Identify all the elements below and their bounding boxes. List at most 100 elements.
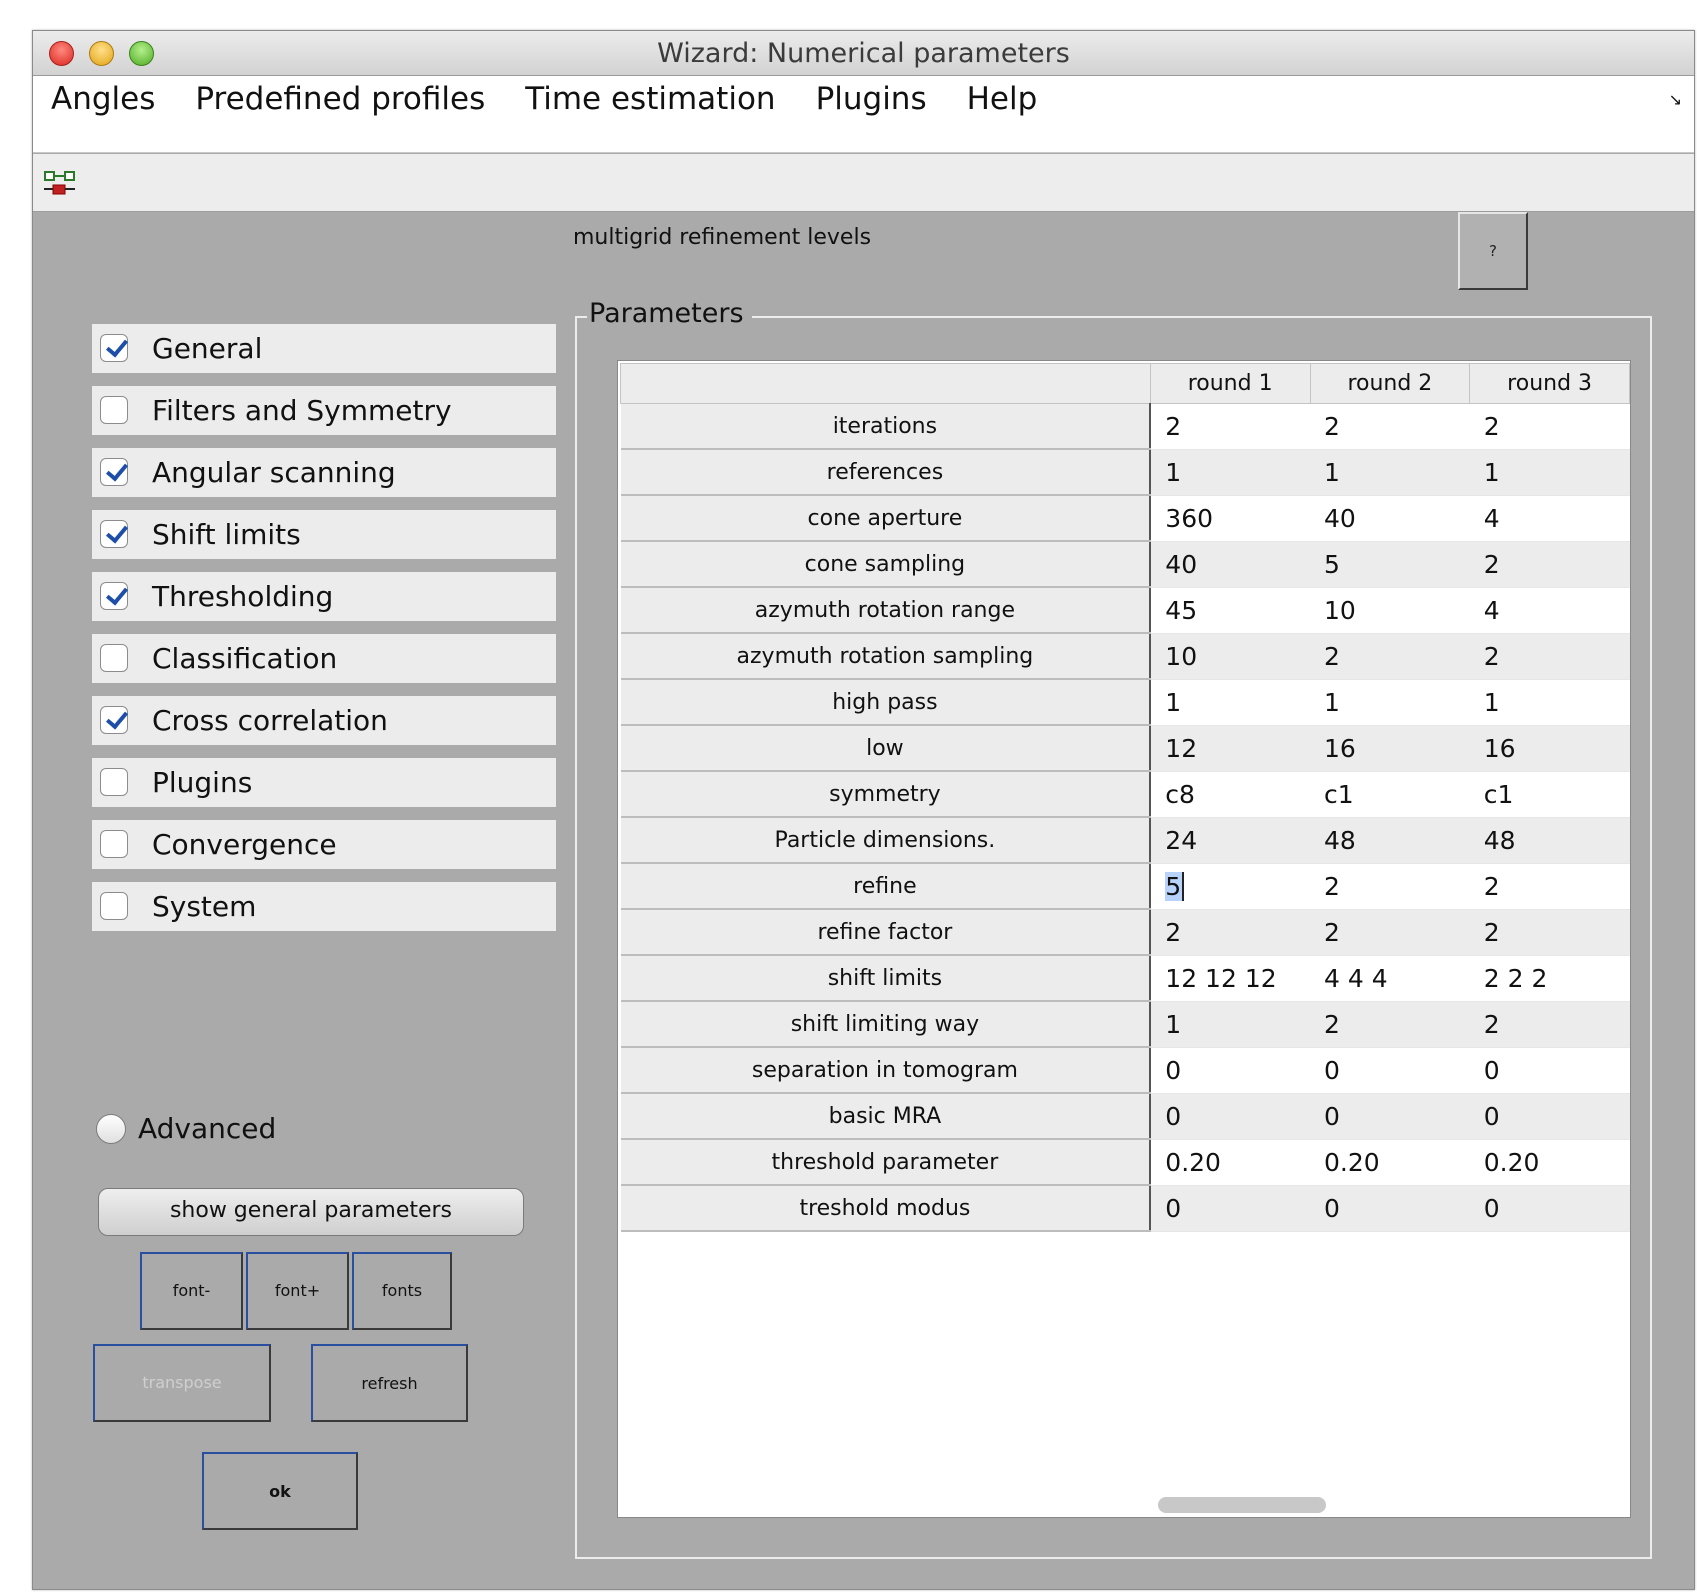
category-item[interactable]: Convergence xyxy=(92,820,556,869)
table-cell[interactable]: 4 xyxy=(1469,495,1630,542)
menu-help[interactable]: Help xyxy=(967,81,1038,117)
scrollbar-thumb[interactable] xyxy=(1158,1497,1326,1513)
table-cell[interactable]: 0 xyxy=(1469,1093,1630,1140)
table-cell[interactable]: 0.20 xyxy=(1310,1139,1470,1186)
table-cell[interactable]: 2 xyxy=(1150,403,1311,450)
table-cell[interactable]: 2 xyxy=(1150,909,1311,956)
row-header: separation in tomogram xyxy=(620,1047,1152,1094)
category-item[interactable]: Classification xyxy=(92,634,556,683)
table-cell[interactable]: c8 xyxy=(1150,771,1311,818)
table-cell[interactable]: 40 xyxy=(1150,541,1311,588)
table-cell[interactable]: c1 xyxy=(1469,771,1630,818)
table-cell[interactable]: 2 xyxy=(1469,909,1630,956)
show-general-parameters-button[interactable]: show general parameters xyxy=(98,1188,524,1236)
horizontal-scrollbar[interactable] xyxy=(618,1487,1630,1517)
category-checkbox[interactable] xyxy=(100,768,128,796)
table-cell[interactable]: 16 xyxy=(1469,725,1630,772)
table-cell[interactable]: 5 xyxy=(1150,863,1311,910)
table-cell[interactable]: 48 xyxy=(1310,817,1470,864)
table-cell[interactable]: 1 xyxy=(1469,449,1630,496)
table-cell[interactable]: 2 xyxy=(1310,909,1470,956)
category-checkbox[interactable] xyxy=(100,706,129,734)
category-item[interactable]: Cross correlation xyxy=(92,696,556,745)
advanced-radio[interactable] xyxy=(96,1113,126,1144)
help-button[interactable]: ? xyxy=(1458,212,1528,290)
table-cell[interactable]: 0 xyxy=(1310,1093,1470,1140)
font-plus-button[interactable]: font+ xyxy=(246,1252,349,1330)
refresh-button[interactable]: refresh xyxy=(311,1344,468,1422)
table-cell[interactable]: 45 xyxy=(1150,587,1311,634)
table-cell[interactable]: 1 xyxy=(1310,449,1470,496)
table-cell[interactable]: 4 xyxy=(1469,587,1630,634)
category-checkbox[interactable] xyxy=(100,644,128,672)
table-cell[interactable]: 40 xyxy=(1310,495,1470,542)
ok-button[interactable]: ok xyxy=(202,1452,358,1530)
table-cell[interactable]: 2 xyxy=(1310,1001,1470,1048)
category-item[interactable]: System xyxy=(92,882,556,931)
cell-value: 16 xyxy=(1483,733,1516,763)
category-checkbox[interactable] xyxy=(100,334,129,362)
menu-time-estimation[interactable]: Time estimation xyxy=(525,81,775,117)
category-item[interactable]: Angular scanning xyxy=(92,448,556,497)
advanced-option[interactable]: Advanced xyxy=(96,1112,276,1145)
table-cell[interactable]: 0 xyxy=(1150,1185,1311,1232)
cell-value: 1 xyxy=(1324,687,1340,717)
cell-value: 24 xyxy=(1165,825,1198,855)
table-cell[interactable]: 48 xyxy=(1469,817,1630,864)
category-checkbox[interactable] xyxy=(100,396,128,424)
table-cell[interactable]: c1 xyxy=(1310,771,1470,818)
table-cell[interactable]: 2 xyxy=(1469,1001,1630,1048)
category-item[interactable]: General xyxy=(92,324,556,373)
table-cell[interactable]: 12 12 12 xyxy=(1150,955,1311,1002)
category-checkbox[interactable] xyxy=(100,520,129,548)
column-header-round-1[interactable]: round 1 xyxy=(1149,363,1311,404)
menu-predefined-profiles[interactable]: Predefined profiles xyxy=(195,81,485,117)
table-cell[interactable]: 0 xyxy=(1150,1093,1311,1140)
table-cell[interactable]: 1 xyxy=(1150,449,1311,496)
table-cell[interactable]: 10 xyxy=(1150,633,1311,680)
category-checkbox[interactable] xyxy=(100,582,129,610)
table-cell[interactable]: 16 xyxy=(1310,725,1470,772)
table-cell[interactable]: 2 xyxy=(1469,633,1630,680)
table-cell[interactable]: 1 xyxy=(1310,679,1470,726)
table-cell[interactable]: 2 xyxy=(1310,633,1470,680)
menu-plugins[interactable]: Plugins xyxy=(816,81,927,117)
category-checkbox[interactable] xyxy=(100,830,128,858)
resize-arrow-icon[interactable]: ↘ xyxy=(1669,90,1682,109)
table-cell[interactable]: 0.20 xyxy=(1469,1139,1630,1186)
table-cell[interactable]: 2 2 2 xyxy=(1469,955,1630,1002)
category-checkbox[interactable] xyxy=(100,892,128,920)
column-header-round-2[interactable]: round 2 xyxy=(1309,363,1471,404)
table-cell[interactable]: 0 xyxy=(1310,1047,1470,1094)
table-cell[interactable]: 0 xyxy=(1150,1047,1311,1094)
table-cell[interactable]: 1 xyxy=(1150,1001,1311,1048)
table-cell[interactable]: 0 xyxy=(1469,1047,1630,1094)
table-cell[interactable]: 0 xyxy=(1469,1185,1630,1232)
category-item[interactable]: Filters and Symmetry xyxy=(92,386,556,435)
category-checkbox[interactable] xyxy=(100,458,129,486)
table-cell[interactable]: 0 xyxy=(1310,1185,1470,1232)
table-cell[interactable]: 4 4 4 xyxy=(1310,955,1470,1002)
menu-angles[interactable]: Angles xyxy=(51,81,155,117)
table-cell[interactable]: 2 xyxy=(1310,403,1470,450)
table-cell[interactable]: 2 xyxy=(1310,863,1470,910)
fonts-button[interactable]: fonts xyxy=(352,1252,452,1330)
table-cell[interactable]: 2 xyxy=(1469,541,1630,588)
font-minus-button[interactable]: font- xyxy=(140,1252,243,1330)
node-link-icon[interactable] xyxy=(43,170,77,196)
table-cell[interactable]: 24 xyxy=(1150,817,1311,864)
table-cell[interactable]: 12 xyxy=(1150,725,1311,772)
category-item[interactable]: Plugins xyxy=(92,758,556,807)
category-item[interactable]: Thresholding xyxy=(92,572,556,621)
table-cell[interactable]: 2 xyxy=(1469,403,1630,450)
column-header-round-3[interactable]: round 3 xyxy=(1469,363,1630,404)
table-cell[interactable]: 0.20 xyxy=(1150,1139,1311,1186)
table-cell[interactable]: 1 xyxy=(1469,679,1630,726)
table-cell[interactable]: 10 xyxy=(1310,587,1470,634)
table-cell[interactable]: 360 xyxy=(1150,495,1311,542)
table-cell[interactable]: 1 xyxy=(1150,679,1311,726)
row-header: refine factor xyxy=(620,909,1152,956)
table-cell[interactable]: 2 xyxy=(1469,863,1630,910)
table-cell[interactable]: 5 xyxy=(1310,541,1470,588)
category-item[interactable]: Shift limits xyxy=(92,510,556,559)
